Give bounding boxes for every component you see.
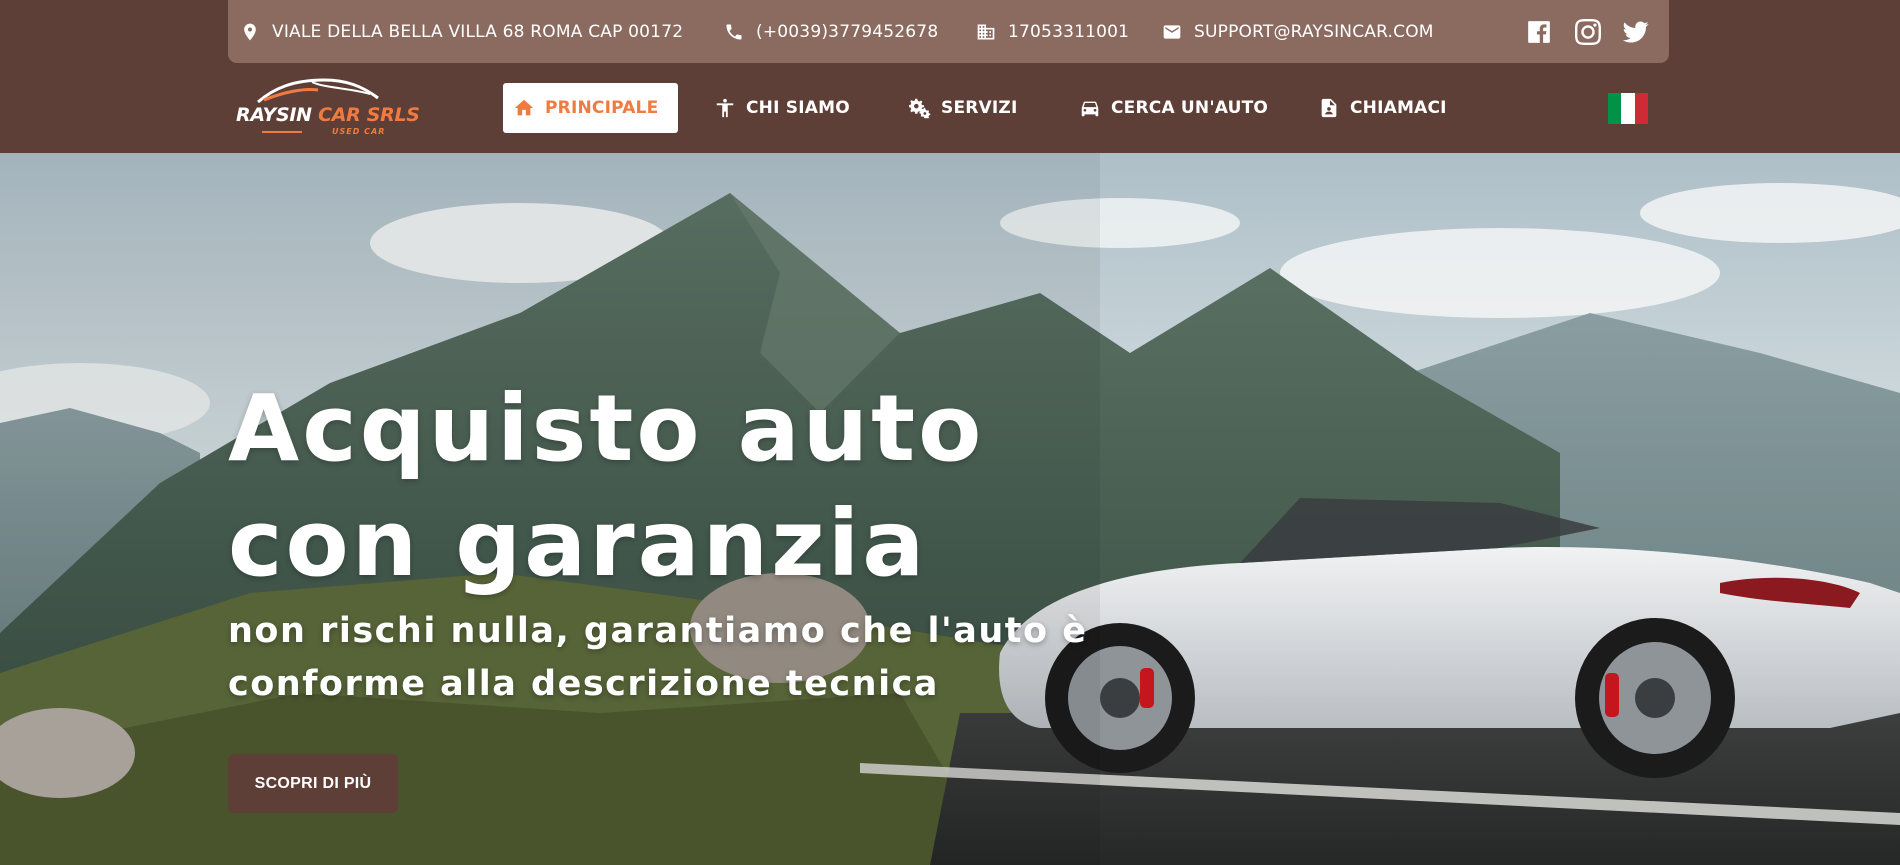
nav-chi-siamo-label: CHI SIAMO — [746, 98, 850, 118]
home-icon — [514, 99, 534, 116]
vat-info: 17053311001 — [976, 0, 1129, 63]
nav-cerca-auto-label: CERCA UN'AUTO — [1111, 98, 1269, 118]
hero-title-line-2: con garanzia — [228, 490, 928, 597]
nav-chiamaci[interactable]: CHIAMACI — [1318, 83, 1447, 133]
nav-principale-label: PRINCIPALE — [545, 98, 659, 118]
phone-text[interactable]: (+0039)3779452678 — [756, 22, 938, 42]
italy-flag-icon[interactable] — [1608, 93, 1648, 124]
nav-servizi-label: SERVIZI — [941, 98, 1018, 118]
hero-title-line-1: Acquisto auto — [228, 375, 985, 482]
car-icon — [1081, 101, 1099, 117]
flag-white-stripe — [1621, 93, 1635, 124]
nav-servizi[interactable]: SERVIZI — [909, 83, 1017, 133]
discover-more-button[interactable]: SCOPRI DI PIÙ — [228, 754, 398, 813]
twitter-icon[interactable] — [1623, 19, 1649, 45]
address-text: VIALE DELLA BELLA VILLA 68 ROMA CAP 0017… — [272, 21, 684, 42]
brand-name-white: RAYSIN — [236, 104, 319, 126]
instagram-link[interactable] — [1575, 0, 1601, 63]
email-info[interactable]: SUPPORT@RAYSINCAR.COM — [1162, 0, 1434, 63]
vat-text: 17053311001 — [1008, 21, 1130, 42]
hero-section: Acquisto auto con garanzia non rischi nu… — [0, 153, 1900, 865]
gears-icon — [909, 98, 931, 119]
contact-file-icon — [1321, 98, 1337, 118]
flag-red-stripe — [1634, 93, 1648, 124]
building-icon — [977, 24, 995, 39]
hero-subtitle-line-1: non rischi nulla, garantiamo che l'auto … — [228, 611, 1088, 651]
hero-subtitle-line-2: conforme alla descrizione tecnica — [228, 664, 939, 704]
location-pin-icon — [244, 23, 256, 40]
flag-green-stripe — [1608, 93, 1622, 124]
logo-underline — [262, 131, 302, 133]
logo[interactable]: RAYSIN CAR SRLS USED CAR — [234, 76, 420, 138]
instagram-icon[interactable] — [1575, 18, 1601, 45]
phone-icon — [726, 24, 742, 39]
email-icon — [1163, 24, 1181, 39]
hero-subtitle: non rischi nulla, garantiamo che l'auto … — [228, 605, 1087, 711]
hero-title: Acquisto auto con garanzia — [228, 371, 984, 601]
email-text[interactable]: SUPPORT@RAYSINCAR.COM — [1194, 22, 1434, 42]
nav-chiamaci-label: CHIAMACI — [1350, 98, 1447, 118]
header: VIALE DELLA BELLA VILLA 68 ROMA CAP 0017… — [0, 0, 1900, 153]
car-silhouette-logo-icon — [257, 78, 379, 104]
person-icon — [716, 98, 734, 118]
contact-bar: VIALE DELLA BELLA VILLA 68 ROMA CAP 0017… — [228, 0, 1669, 63]
nav-principale[interactable]: PRINCIPALE — [503, 83, 679, 133]
brand-tagline: USED CAR — [332, 127, 386, 136]
phone-info[interactable]: (+0039)3779452678 — [724, 0, 938, 63]
twitter-link[interactable] — [1623, 0, 1649, 63]
facebook-link[interactable] — [1526, 0, 1552, 63]
brand-name-orange: CAR SRLS — [318, 104, 420, 126]
nav-cerca-auto[interactable]: CERCA UN'AUTO — [1079, 83, 1268, 133]
nav-chi-siamo[interactable]: CHI SIAMO — [714, 83, 850, 133]
brand-name: RAYSIN CAR SRLS — [236, 104, 420, 126]
facebook-icon[interactable] — [1526, 19, 1552, 45]
address-info: VIALE DELLA BELLA VILLA 68 ROMA CAP 0017… — [240, 0, 683, 63]
